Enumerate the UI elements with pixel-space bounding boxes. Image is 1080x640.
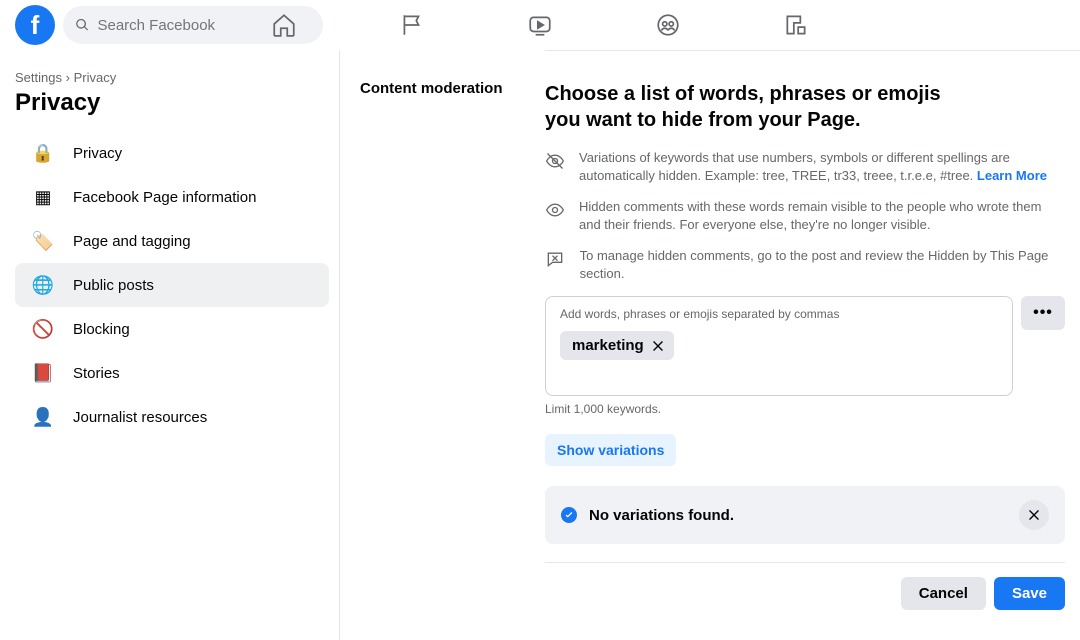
groups-icon[interactable] [654, 11, 682, 39]
sidebar-item-label: Stories [73, 365, 120, 382]
info-row: Hidden comments with these words remain … [545, 198, 1065, 233]
breadcrumb-leaf[interactable]: Privacy [74, 70, 117, 85]
sidebar-item-journalist[interactable]: 👤 Journalist resources [15, 395, 329, 439]
book-icon: 📕 [25, 355, 61, 391]
page-title: Privacy [15, 89, 329, 117]
pages-icon[interactable] [398, 11, 426, 39]
breadcrumb: Settings › Privacy [15, 70, 329, 85]
search-icon [75, 17, 89, 33]
sidebar-item-stories[interactable]: 📕 Stories [15, 351, 329, 395]
limit-text: Limit 1,000 keywords. [545, 402, 1065, 416]
settings-sidebar: Settings › Privacy Privacy 🔒 Privacy ▦ F… [0, 50, 340, 640]
show-variations-button[interactable]: Show variations [545, 434, 676, 466]
section-label: Content moderation [360, 80, 545, 97]
info-row: Variations of keywords that use numbers,… [545, 149, 1065, 184]
sidebar-item-label: Facebook Page information [73, 189, 256, 206]
globe-icon: 🌐 [25, 267, 61, 303]
save-button[interactable]: Save [994, 577, 1065, 610]
section-heading: Choose a list of words, phrases or emoji… [545, 81, 955, 133]
comment-x-icon [545, 247, 566, 282]
banner-text: No variations found. [589, 507, 1007, 524]
sidebar-item-public-posts[interactable]: 🌐 Public posts [15, 263, 329, 307]
sidebar-item-label: Page and tagging [73, 233, 191, 250]
overflow-menu-button[interactable]: ••• [1021, 296, 1065, 330]
info-row: To manage hidden comments, go to the pos… [545, 247, 1065, 282]
keywords-label: Add words, phrases or emojis separated b… [560, 307, 998, 321]
sidebar-item-privacy[interactable]: 🔒 Privacy [15, 131, 329, 175]
sidebar-item-label: Journalist resources [73, 409, 207, 426]
lock-icon: 🔒 [25, 135, 61, 171]
breadcrumb-root[interactable]: Settings [15, 70, 62, 85]
grid-icon: ▦ [25, 179, 61, 215]
sidebar-item-tagging[interactable]: 🏷️ Page and tagging [15, 219, 329, 263]
sidebar-item-blocking[interactable]: 🚫 Blocking [15, 307, 329, 351]
home-icon[interactable] [270, 11, 298, 39]
sidebar-item-label: Blocking [73, 321, 130, 338]
person-icon: 👤 [25, 399, 61, 435]
block-icon: 🚫 [25, 311, 61, 347]
dismiss-banner-button[interactable] [1019, 500, 1049, 530]
cancel-button[interactable]: Cancel [901, 577, 986, 610]
facebook-logo[interactable]: f [15, 5, 55, 45]
sidebar-item-page-info[interactable]: ▦ Facebook Page information [15, 175, 329, 219]
sidebar-item-label: Privacy [73, 145, 122, 162]
watch-icon[interactable] [526, 11, 554, 39]
tag-icon: 🏷️ [25, 223, 61, 259]
keyword-chip: marketing [560, 331, 674, 360]
info-banner: No variations found. [545, 486, 1065, 544]
eye-off-icon [545, 149, 565, 184]
check-icon [561, 507, 577, 523]
keywords-input-box[interactable]: Add words, phrases or emojis separated b… [545, 296, 1013, 396]
app-header: f [0, 0, 1080, 50]
sidebar-item-label: Public posts [73, 277, 154, 294]
learn-more-link[interactable]: Learn More [977, 168, 1047, 183]
gaming-icon[interactable] [782, 11, 810, 39]
eye-icon [545, 198, 565, 233]
form-footer: Cancel Save [545, 562, 1065, 610]
remove-chip-button[interactable] [650, 338, 666, 354]
